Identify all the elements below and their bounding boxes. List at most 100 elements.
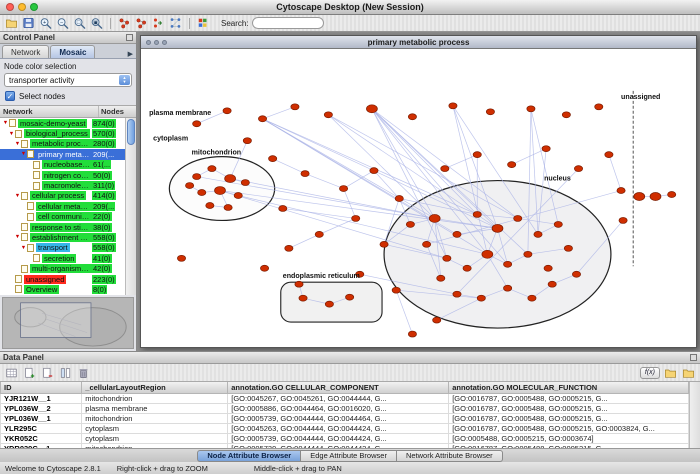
network-node[interactable] [395, 196, 403, 202]
tree-row[interactable]: ▼biological_process570(0) [0, 128, 125, 138]
delete-row-icon[interactable] [76, 366, 91, 380]
open-session-icon[interactable] [4, 16, 19, 30]
network-node[interactable] [406, 221, 414, 227]
network-node[interactable] [554, 221, 562, 227]
network-node[interactable] [514, 215, 522, 221]
network-node[interactable] [177, 255, 185, 261]
network-node[interactable] [193, 174, 201, 180]
expand-twisty-icon[interactable]: ▼ [14, 141, 21, 147]
network-node[interactable] [223, 108, 231, 114]
network-node[interactable] [291, 104, 299, 110]
network-node[interactable] [429, 214, 440, 222]
tree-column-nodes[interactable]: Nodes [99, 106, 136, 117]
network-node[interactable] [186, 183, 194, 189]
expand-twisty-icon[interactable]: ▼ [14, 234, 21, 240]
network-node[interactable] [463, 265, 471, 271]
tree-row[interactable]: ▼transport558(0) [0, 243, 125, 253]
create-attribute-icon[interactable] [22, 366, 37, 380]
table-scrollbar[interactable] [689, 382, 700, 448]
tree-row[interactable]: ▼establishment of l...558(0) [0, 232, 125, 242]
network-node[interactable] [634, 193, 645, 201]
column-header[interactable]: annotation.GO CELLULAR_COMPONENT [228, 382, 449, 393]
tree-row[interactable]: Overview8(0) [0, 284, 125, 294]
tree-row[interactable]: multi-organism pr...42(0) [0, 263, 125, 273]
column-header[interactable]: ID [1, 382, 82, 393]
network-node[interactable] [482, 250, 493, 258]
network-node[interactable] [524, 251, 532, 257]
table-row[interactable]: YKR052Ccytoplasm[GO:0005739, GO:0044444,… [1, 433, 689, 443]
tree-row[interactable]: cell communica...22(0) [0, 212, 125, 222]
tab-edge-attribute-browser[interactable]: Edge Attribute Browser [301, 450, 397, 462]
network-node[interactable] [208, 166, 216, 172]
tab-network-attribute-browser[interactable]: Network Attribute Browser [397, 450, 503, 462]
network-node[interactable] [392, 287, 400, 293]
network-node[interactable] [437, 275, 445, 281]
tree-row[interactable]: macromolecule...311(0) [0, 180, 125, 190]
vizmapper-icon[interactable] [196, 16, 211, 30]
tree-row[interactable]: nucleobase-co...61(... [0, 160, 125, 170]
expand-twisty-icon[interactable]: ▼ [14, 193, 21, 199]
network-node[interactable] [544, 265, 552, 271]
tree-row[interactable]: secretion41(0) [0, 253, 125, 263]
network-node[interactable] [325, 301, 333, 307]
network-node[interactable] [492, 224, 503, 232]
network-node[interactable] [443, 255, 451, 261]
network-node[interactable] [352, 215, 360, 221]
network-node[interactable] [258, 116, 266, 122]
network-node[interactable] [301, 171, 309, 177]
frame-maximize-button[interactable] [162, 40, 167, 45]
network-node[interactable] [504, 285, 512, 291]
tree-scrollbar[interactable] [125, 118, 136, 295]
tree-column-network[interactable]: Network [0, 106, 99, 117]
network-node[interactable] [370, 168, 378, 174]
apply-layout-icon[interactable] [168, 16, 183, 30]
zoom-fit-icon[interactable]: ▣ [89, 16, 104, 30]
network-node[interactable] [346, 294, 354, 300]
network-node[interactable] [441, 166, 449, 172]
save-session-icon[interactable] [21, 16, 36, 30]
network-node[interactable] [380, 241, 388, 247]
tab-node-attribute-browser[interactable]: Node Attribute Browser [197, 450, 301, 462]
network-node[interactable] [206, 202, 214, 208]
network-node[interactable] [562, 112, 570, 118]
formula-builder-button[interactable]: f(x) [640, 367, 660, 379]
network-node[interactable] [534, 231, 542, 237]
close-button[interactable] [6, 3, 14, 11]
network-node[interactable] [193, 121, 201, 127]
delete-attribute-icon[interactable] [40, 366, 55, 380]
import-attributes-icon[interactable] [663, 366, 678, 380]
search-input[interactable] [252, 17, 324, 29]
zoom-button[interactable] [30, 3, 38, 11]
float-panel-icon[interactable] [126, 34, 133, 41]
network-node[interactable] [486, 109, 494, 115]
tree-row[interactable]: ▼primary metabo...209(... [0, 149, 125, 159]
tree-scrollbar-thumb[interactable] [127, 119, 135, 145]
network-node[interactable] [528, 295, 536, 301]
network-node[interactable] [279, 205, 287, 211]
select-nodes-checkbox[interactable]: ✓ [5, 91, 15, 101]
network-node[interactable] [433, 317, 441, 323]
column-header[interactable]: _cellularLayoutRegion [82, 382, 228, 393]
network-node[interactable] [285, 245, 293, 251]
node-color-dropdown[interactable]: transporter activity ▲▼ [4, 73, 132, 87]
tree-row[interactable]: ▼metabolic process280(0) [0, 139, 125, 149]
network-node[interactable] [241, 180, 249, 186]
network-node[interactable] [295, 281, 303, 287]
tree-row[interactable]: unassigned223(0) [0, 274, 125, 284]
network-node[interactable] [605, 152, 613, 158]
network-node[interactable] [617, 188, 625, 194]
network-node[interactable] [449, 103, 457, 109]
network-node[interactable] [595, 104, 603, 110]
network-node[interactable] [542, 146, 550, 152]
network-node[interactable] [572, 271, 580, 277]
network-node[interactable] [423, 241, 431, 247]
network-node[interactable] [564, 245, 572, 251]
frame-minimize-button[interactable] [154, 40, 159, 45]
network-overview-thumbnail[interactable] [2, 297, 134, 349]
network-node[interactable] [508, 162, 516, 168]
zoom-selected-icon[interactable]: □ [72, 16, 87, 30]
tree-row[interactable]: response to stimu...38(0) [0, 222, 125, 232]
zoom-in-icon[interactable]: + [38, 16, 53, 30]
network-node[interactable] [453, 291, 461, 297]
network-node[interactable] [527, 106, 535, 112]
